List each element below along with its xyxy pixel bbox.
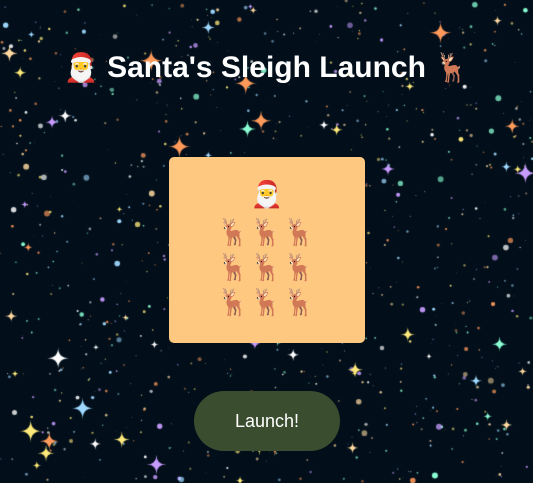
launch-button[interactable]: Launch! — [194, 391, 340, 451]
reindeer-icon: 🦌 — [283, 252, 316, 282]
reindeer-icon: 🦌 — [250, 217, 283, 247]
reindeer-emoji-icon: 🦌 — [434, 52, 470, 83]
reindeer-icon: 🦌 — [217, 217, 250, 247]
reindeer-icon: 🦌 — [283, 217, 316, 247]
reindeer-team: 🦌 🦌 🦌 🦌 🦌 🦌 🦌 🦌 🦌 — [217, 215, 317, 320]
page-title-text: Santa's Sleigh Launch — [107, 51, 426, 84]
sleigh-panel: 🎅 🦌 🦌 🦌 🦌 🦌 🦌 🦌 🦌 🦌 — [169, 157, 365, 343]
reindeer-icon: 🦌 — [250, 287, 283, 317]
reindeer-icon: 🦌 — [283, 287, 316, 317]
santa-icon: 🎅 — [250, 179, 284, 209]
page-title: 🎅 Santa's Sleigh Launch 🦌 — [0, 48, 533, 88]
santa-emoji-icon: 🎅 — [63, 52, 99, 83]
reindeer-icon: 🦌 — [217, 287, 250, 317]
reindeer-icon: 🦌 — [250, 252, 283, 282]
reindeer-icon: 🦌 — [217, 252, 250, 282]
